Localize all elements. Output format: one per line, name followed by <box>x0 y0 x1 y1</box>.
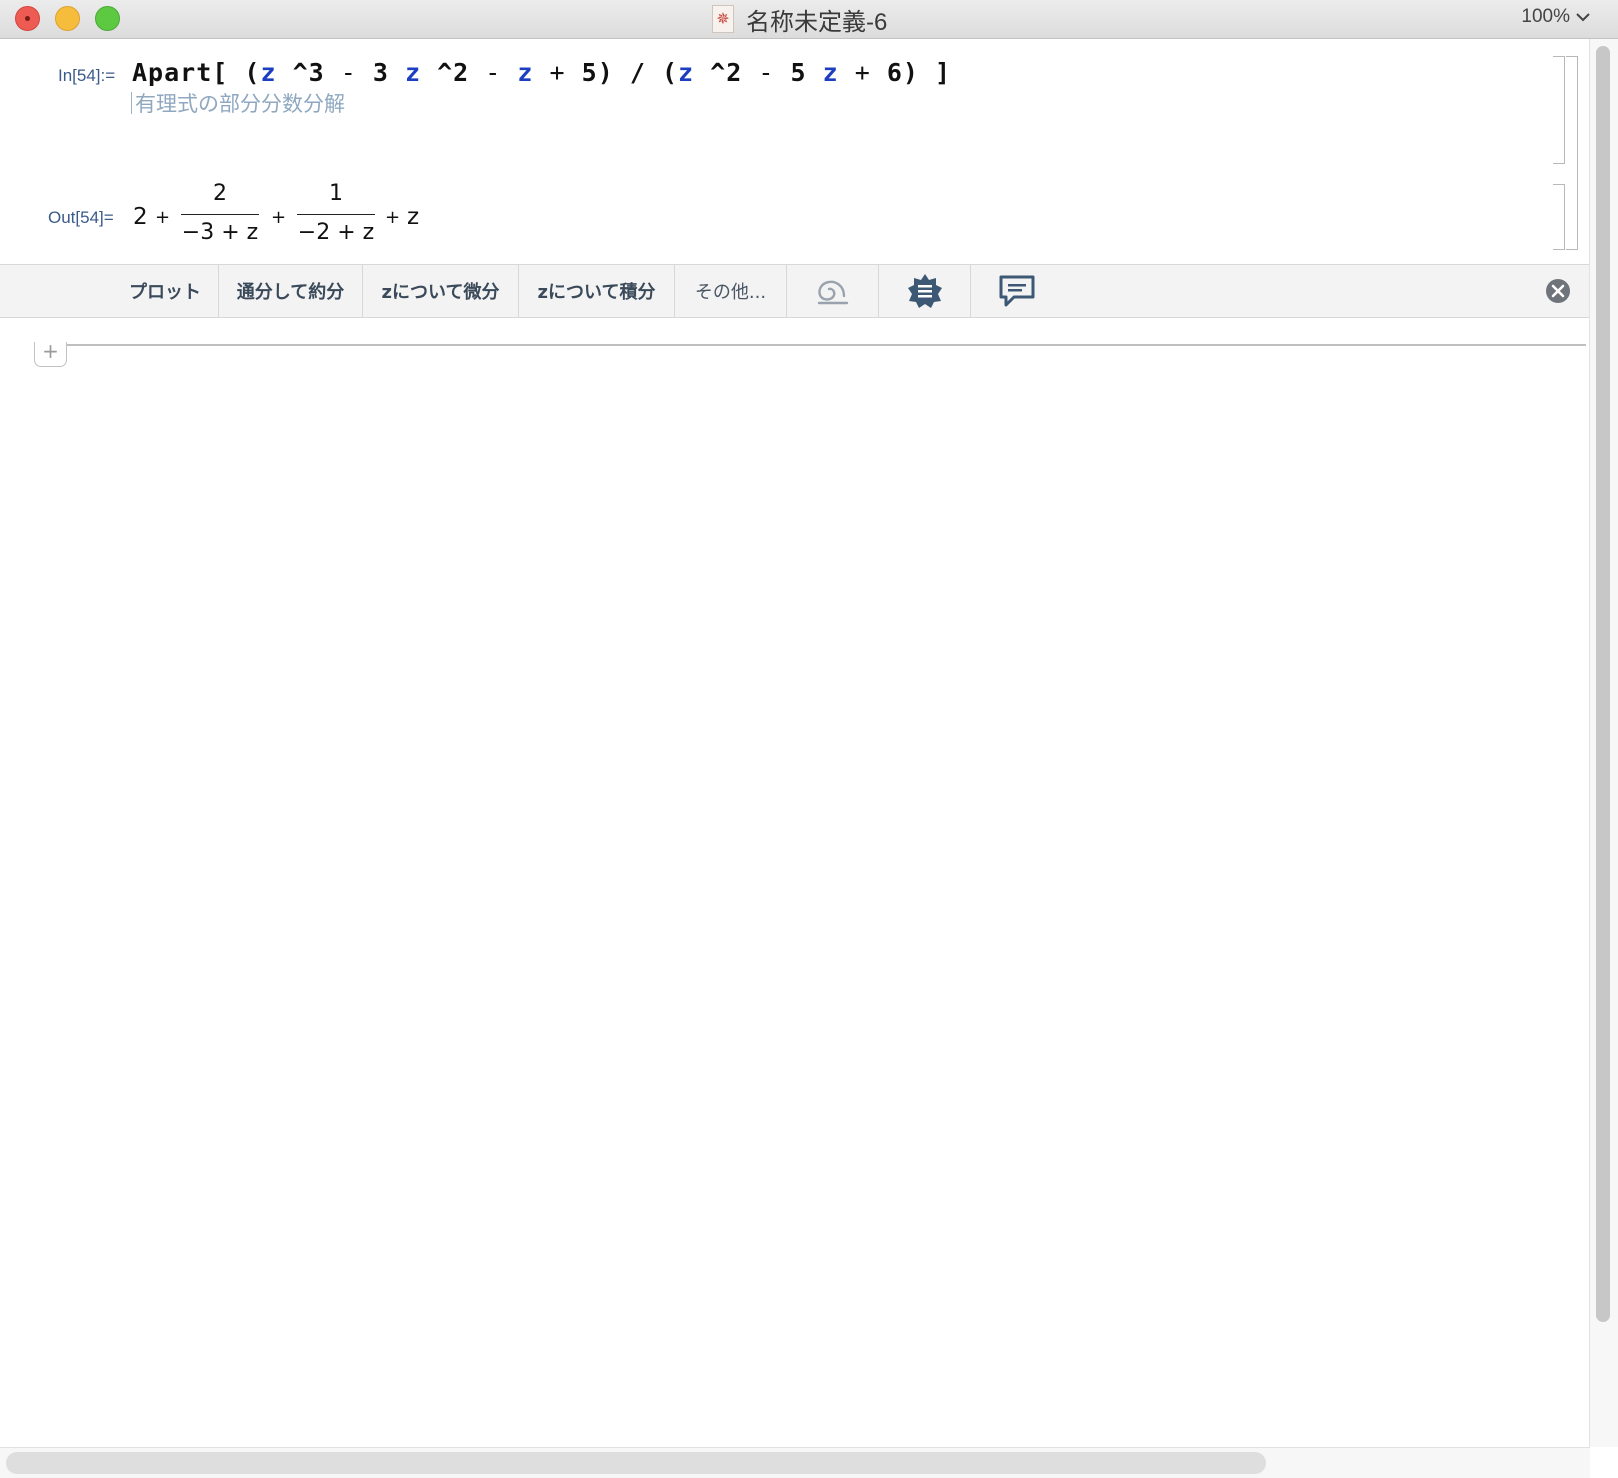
chevron-down-icon <box>1576 13 1590 22</box>
close-suggestions-button[interactable] <box>1545 278 1571 308</box>
vertical-scrollbar-thumb[interactable] <box>1596 46 1610 1322</box>
input-code[interactable]: Apart[ (z ^3 - 3 z ^2 - z + 5) / (z ^2 -… <box>132 58 951 87</box>
close-window-button[interactable] <box>15 6 40 31</box>
output-cell-bracket[interactable] <box>1553 184 1565 250</box>
zoom-selector[interactable]: 100% <box>1521 6 1590 28</box>
settings-badge-icon <box>907 274 942 308</box>
minimize-window-button[interactable] <box>55 6 80 31</box>
fraction-2: 1 −2 + z <box>297 181 375 245</box>
add-cell-button[interactable]: + <box>34 339 67 367</box>
window-title-group: ✵ 名称未定義-6 <box>712 4 888 36</box>
suggestion-integrate-button[interactable]: zについて積分 <box>519 265 675 317</box>
options-button[interactable] <box>879 265 971 317</box>
plus-icon: + <box>42 339 59 363</box>
group-cell-bracket[interactable] <box>1566 56 1578 250</box>
history-button[interactable] <box>787 265 879 317</box>
output-cell-label: Out[54]= <box>48 208 114 227</box>
close-icon <box>1546 279 1570 303</box>
window-title: 名称未定義-6 <box>746 8 888 36</box>
cell-insertion-line[interactable] <box>66 344 1586 346</box>
zoom-value: 100% <box>1521 6 1570 27</box>
feedback-button[interactable] <box>971 265 1063 317</box>
suggestion-plot-button[interactable]: プロット <box>112 265 219 317</box>
input-cell-bracket[interactable] <box>1553 56 1565 164</box>
fraction-1: 2 −3 + z <box>181 181 259 245</box>
zoom-window-button[interactable] <box>95 6 120 31</box>
title-bar: ✵ 名称未定義-6 100% <box>0 0 1618 39</box>
spiral-icon <box>817 280 848 305</box>
chat-bubble-icon <box>999 275 1035 307</box>
suggestion-together-button[interactable]: 通分して約分 <box>219 265 363 317</box>
suggestion-differentiate-button[interactable]: zについて微分 <box>363 265 519 317</box>
function-hint: 有理式の部分分数分解 <box>131 88 345 118</box>
suggestions-bar: プロット 通分して約分 zについて微分 zについて積分 その他... <box>0 264 1590 318</box>
input-cell-label: In[54]:= <box>58 66 116 85</box>
horizontal-scrollbar-thumb[interactable] <box>6 1452 1266 1474</box>
notebook-document-icon: ✵ <box>712 5 734 33</box>
suggestion-more-button[interactable]: その他... <box>675 265 787 317</box>
